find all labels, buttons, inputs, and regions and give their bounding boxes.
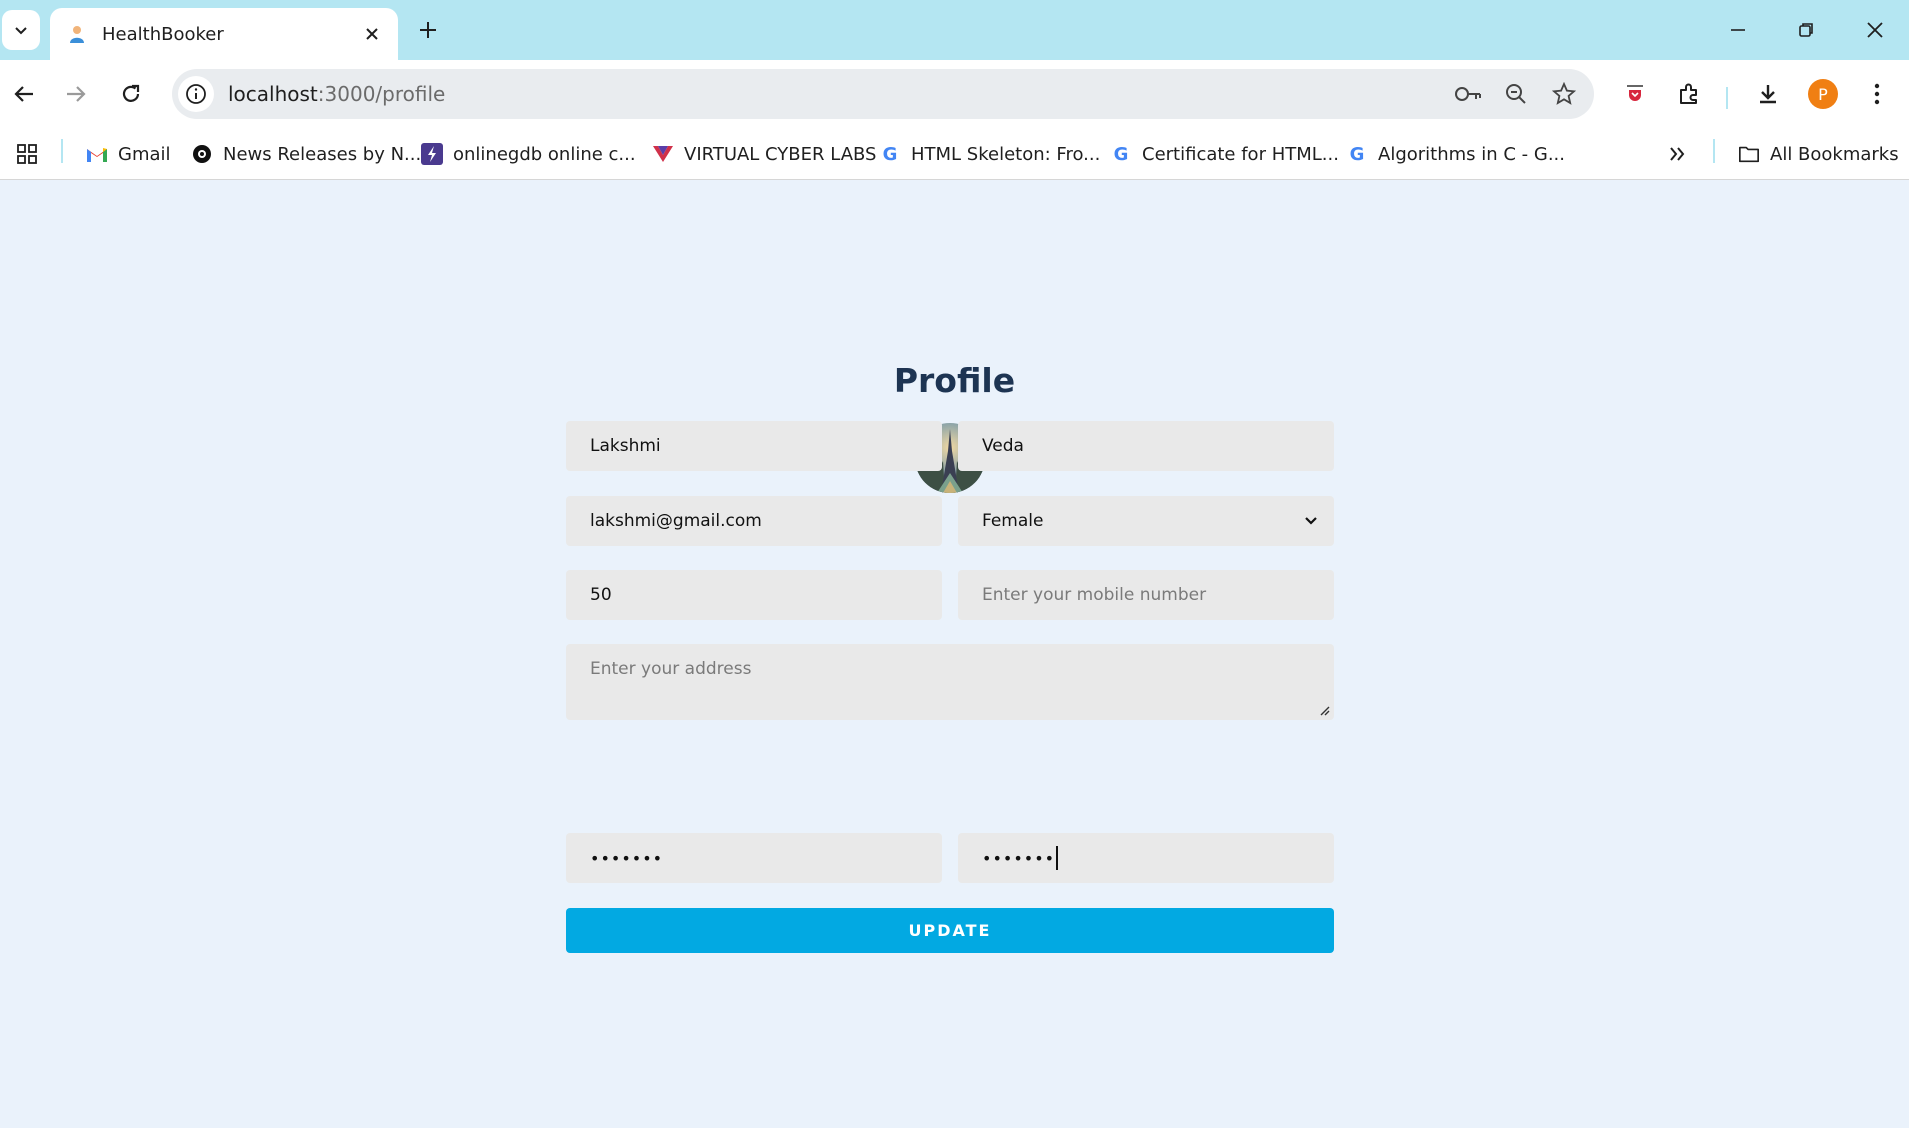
gender-value: Female	[982, 511, 1044, 531]
folder-icon	[1738, 143, 1760, 165]
new-tab-button[interactable]	[412, 14, 444, 46]
google-icon: G	[1349, 143, 1365, 165]
toolbar-separator	[1726, 87, 1728, 109]
browser-toolbar: localhost:3000/profile P	[0, 60, 1909, 128]
address-textarea[interactable]: Enter your address	[566, 644, 1334, 720]
forward-button[interactable]	[56, 74, 96, 114]
gender-select[interactable]: Female	[958, 496, 1334, 546]
news-icon	[191, 143, 213, 165]
bookmark-gmail[interactable]: Gmail	[86, 138, 171, 170]
age-input[interactable]: 50	[566, 570, 942, 620]
text-cursor	[1056, 846, 1059, 870]
more-bookmarks-button[interactable]	[1668, 138, 1686, 170]
arrow-right-icon	[67, 86, 86, 102]
bookmark-label: onlinegdb online c...	[453, 143, 636, 165]
download-icon[interactable]	[1748, 74, 1788, 114]
extensions-puzzle-icon[interactable]	[1669, 74, 1709, 114]
vcl-icon	[652, 143, 674, 165]
page-content: Profile Lakshmi Veda lakshmi@gmail.com F…	[0, 181, 1909, 1128]
bookmark-star-icon[interactable]	[1544, 74, 1584, 114]
tab-close-icon[interactable]	[360, 22, 384, 46]
gmail-icon	[86, 143, 108, 165]
minimize-button[interactable]	[1716, 10, 1760, 50]
bookmark-onlinegdb[interactable]: onlinegdb online c...	[421, 138, 636, 170]
minimize-icon	[1731, 29, 1745, 31]
apps-grid-button[interactable]	[16, 138, 38, 170]
bookmarks-separator	[61, 139, 63, 163]
google-icon: G	[882, 143, 898, 165]
first-name-input[interactable]: Lakshmi	[566, 421, 942, 471]
email-input[interactable]: lakshmi@gmail.com	[566, 496, 942, 546]
mobile-number-input[interactable]: Enter your mobile number	[958, 570, 1334, 620]
reload-icon	[122, 84, 140, 102]
profile-avatar-button[interactable]: P	[1803, 74, 1843, 114]
bookmark-certificate-html[interactable]: G Certificate for HTML...	[1110, 138, 1339, 170]
zoom-icon[interactable]	[1496, 74, 1536, 114]
onlinegdb-icon	[421, 143, 443, 165]
age-value: 50	[590, 585, 612, 605]
browser-tab[interactable]: HealthBooker	[50, 8, 398, 60]
url-text[interactable]: localhost:3000/profile	[228, 82, 1448, 106]
close-window-button[interactable]	[1853, 10, 1897, 50]
bookmarks-separator	[1713, 139, 1715, 163]
profile-initial: P	[1808, 79, 1838, 109]
address-placeholder: Enter your address	[590, 659, 752, 679]
chevron-down-icon	[1305, 517, 1317, 525]
chevron-down-icon	[15, 27, 27, 35]
email-value: lakshmi@gmail.com	[590, 511, 762, 531]
resize-grip-icon[interactable]	[1318, 704, 1330, 716]
all-bookmarks-button[interactable]: All Bookmarks	[1738, 138, 1899, 170]
confirm-password-input[interactable]: •••••••	[958, 833, 1334, 883]
page-title: Profile	[893, 361, 1016, 400]
plus-icon	[420, 22, 436, 38]
tab-title: HealthBooker	[102, 23, 224, 45]
restore-button[interactable]	[1784, 10, 1828, 50]
tab-strip: HealthBooker	[0, 0, 1909, 60]
restore-icon	[1799, 23, 1813, 37]
bookmark-news-releases[interactable]: News Releases by N...	[191, 138, 421, 170]
first-name-value: Lakshmi	[590, 436, 661, 456]
back-button[interactable]	[4, 74, 44, 114]
arrow-left-icon	[14, 86, 33, 102]
password-key-icon[interactable]	[1448, 74, 1488, 114]
bookmark-label: Algorithms in C - G...	[1378, 143, 1566, 165]
healthbooker-favicon-icon	[66, 23, 88, 45]
double-chevron-right-icon	[1670, 147, 1685, 161]
address-bar[interactable]: localhost:3000/profile	[172, 69, 1594, 119]
all-bookmarks-label: All Bookmarks	[1770, 143, 1899, 165]
bookmark-algorithms-in-c[interactable]: G Algorithms in C - G...	[1346, 138, 1565, 170]
last-name-input[interactable]: Veda	[958, 421, 1334, 471]
password-input[interactable]: •••••••	[566, 833, 942, 883]
menu-kebab-icon[interactable]	[1857, 74, 1897, 114]
bookmark-label: News Releases by N...	[223, 143, 422, 165]
password-mask: •••••••	[590, 848, 664, 868]
url-host: localhost	[228, 82, 318, 106]
last-name-value: Veda	[982, 436, 1024, 456]
extension-shield-icon[interactable]	[1615, 74, 1655, 114]
google-icon: G	[1113, 143, 1129, 165]
url-path: :3000/profile	[317, 82, 446, 106]
bookmark-virtual-cyber-labs[interactable]: VIRTUAL CYBER LABS	[652, 138, 876, 170]
update-button[interactable]: UPDATE	[566, 908, 1334, 953]
site-info-icon[interactable]	[178, 76, 214, 112]
mobile-placeholder: Enter your mobile number	[982, 585, 1207, 605]
bookmark-label: Gmail	[118, 143, 171, 165]
bookmark-label: VIRTUAL CYBER LABS	[684, 143, 877, 165]
confirm-password-mask: •••••••	[982, 848, 1056, 868]
reload-button[interactable]	[111, 74, 151, 114]
apps-grid-icon	[17, 144, 37, 164]
bookmark-label: Certificate for HTML...	[1142, 143, 1339, 165]
close-icon	[1867, 22, 1883, 38]
bookmark-html-skeleton[interactable]: G HTML Skeleton: Fro...	[879, 138, 1101, 170]
tab-search-button[interactable]	[2, 10, 40, 50]
bookmark-label: HTML Skeleton: Fro...	[911, 143, 1101, 165]
